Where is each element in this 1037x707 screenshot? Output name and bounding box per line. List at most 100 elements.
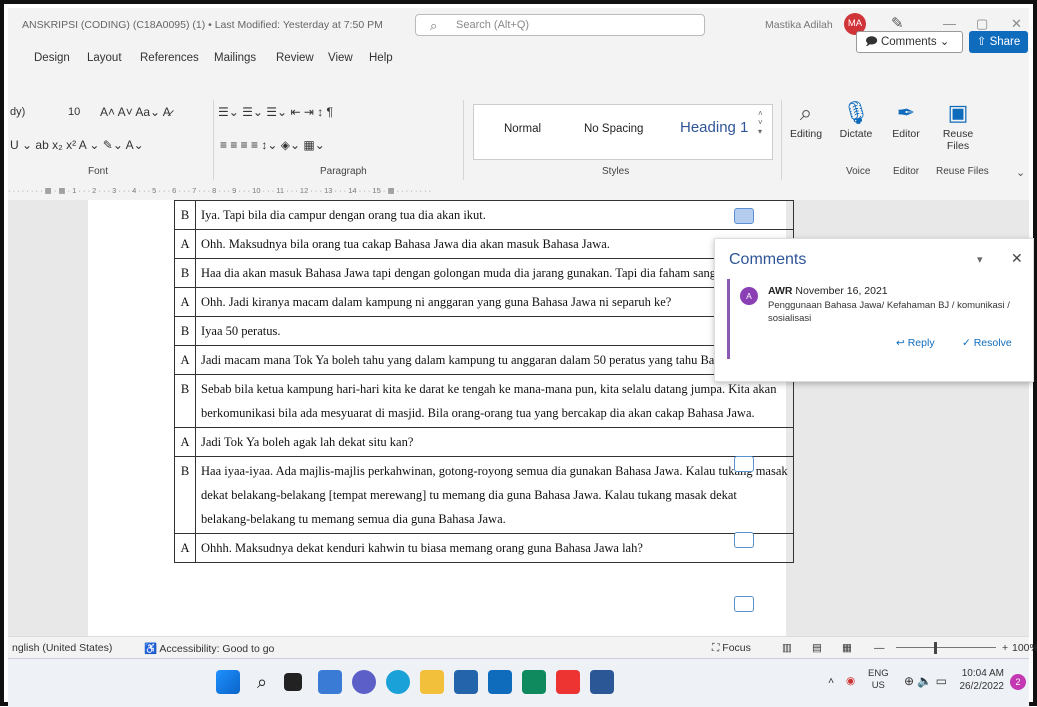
reuse-files-button[interactable]: ▣ Reuse Files [933, 100, 983, 152]
search-box[interactable]: ⌕ Search (Alt+Q) [415, 14, 705, 36]
task-view-icon[interactable] [284, 673, 302, 691]
tab-design[interactable]: Design [34, 52, 70, 64]
region-code: US [871, 680, 885, 691]
ribbon-divider [213, 100, 214, 180]
pane-options-icon[interactable]: ▾ [977, 253, 983, 266]
tab-review[interactable]: Review [276, 52, 314, 64]
voice-group-label: Voice [846, 166, 871, 177]
editing-button[interactable]: ⌕ Editing [781, 100, 831, 140]
chevron-down-icon: ⌄ [939, 36, 950, 48]
zoom-level[interactable]: 100% [1012, 642, 1037, 654]
transcript-cell[interactable]: Ohh. Maksudnya bila orang tua cakap Baha… [195, 229, 794, 259]
alignment-icons[interactable]: ≡ ≡ ≡ ≡ ↕⌄ ◈⌄ ▦⌄ [220, 138, 325, 152]
language-indicator[interactable]: ENG US [868, 668, 889, 692]
ribbon-collapse-icon[interactable]: ⌄ [1016, 166, 1025, 179]
transcript-text: Ohhh. Maksudnya dekat kenduri kahwin tu … [201, 541, 643, 555]
zoom-out-icon[interactable]: — [874, 642, 885, 654]
comment-marker-icon[interactable] [734, 456, 754, 472]
close-icon[interactable]: ✕ [1011, 16, 1022, 32]
editor-button[interactable]: ✒ Editor [881, 100, 931, 140]
document-title[interactable]: ANSKRIPSI (CODING) (C18A0095) (1) • Last… [22, 19, 383, 31]
transcript-cell[interactable]: Iyaa 50 peratus. [195, 316, 794, 346]
transcript-cell[interactable]: Jadi Tok Ya boleh agak lah dekat situ ka… [195, 427, 794, 457]
word-app-icon[interactable] [590, 670, 614, 694]
close-pane-icon[interactable]: ✕ [1011, 250, 1023, 267]
style-heading-1[interactable]: Heading 1 [680, 119, 748, 136]
horizontal-ruler[interactable]: · · · · · · · · ▦ · ▦ · 1 · · · 2 · · · … [8, 186, 1029, 200]
comment-avatar: A [740, 287, 758, 305]
comment-text: Penggunaan Bahasa Jawa/ Kefahaman BJ / k… [768, 300, 1010, 324]
read-mode-icon[interactable]: ▥ [782, 642, 792, 654]
antivirus-tray-icon[interactable]: ◉ [846, 675, 855, 687]
web-layout-icon[interactable]: ▦ [842, 642, 852, 654]
speaker-cell: B [174, 456, 196, 534]
tab-references[interactable]: References [140, 52, 199, 64]
accessibility-label: Accessibility: Good to go [159, 643, 275, 655]
font-size-box[interactable]: 10 [68, 106, 80, 118]
comment-card[interactable]: A AWR November 16, 2021 Penggunaan Bahas… [727, 279, 1028, 359]
style-normal[interactable]: Normal [504, 123, 541, 135]
widgets-icon[interactable] [318, 670, 342, 694]
share-button[interactable]: ⇧ Share [969, 31, 1028, 53]
search-placeholder: Search (Alt+Q) [456, 19, 530, 31]
focus-button[interactable]: ⛶ Focus [712, 642, 751, 655]
chat-icon[interactable] [352, 670, 376, 694]
store-icon[interactable] [454, 670, 478, 694]
transcript-text: Jadi Tok Ya boleh agak lah dekat situ ka… [201, 435, 414, 449]
edge-browser-icon[interactable] [386, 670, 410, 694]
restore-icon[interactable]: ▢ [976, 16, 988, 32]
print-layout-icon[interactable]: ▤ [812, 642, 822, 654]
transcript-cell[interactable]: Haa iyaa-iyaa. Ada majlis-majlis perkahw… [195, 456, 794, 534]
zoom-slider-handle[interactable] [934, 642, 937, 654]
office-icon[interactable] [556, 670, 580, 694]
app-icon[interactable] [522, 670, 546, 694]
show-hidden-icons-icon[interactable]: ˄ [828, 675, 834, 687]
speaker-cell: A [174, 345, 196, 375]
windows-start-icon[interactable] [216, 670, 240, 694]
clock[interactable]: 10:04 AM 26/2/2022 [956, 667, 1005, 693]
transcript-cell[interactable]: Haa dia akan masuk Bahasa Jawa tapi deng… [195, 258, 794, 288]
transcript-cell[interactable]: Iya. Tapi bila dia campur dengan orang t… [195, 200, 794, 230]
transcript-text: Haa iyaa-iyaa. Ada majlis-majlis perkahw… [201, 464, 788, 526]
comment-marker-icon[interactable] [734, 596, 754, 612]
file-explorer-icon[interactable] [420, 670, 444, 694]
taskbar-search-icon[interactable]: ⌕ [250, 670, 274, 694]
style-no-spacing[interactable]: No Spacing [584, 123, 643, 135]
tab-layout[interactable]: Layout [87, 52, 122, 64]
zoom-slider[interactable] [896, 647, 996, 648]
status-bar: nglish (United States) ♿ Accessibility: … [8, 636, 1037, 659]
document-page[interactable]: B Iya. Tapi bila dia campur dengan orang… [88, 200, 794, 636]
font-grow-shrink-icons[interactable]: A˄ A˅ Aa⌄ A̷ [100, 105, 171, 119]
zoom-in-icon[interactable]: + [1002, 642, 1008, 654]
table-row: A Jadi Tok Ya boleh agak lah dekat situ … [174, 427, 794, 457]
language-status[interactable]: nglish (United States) [12, 642, 112, 654]
reuse-files-icon: ▣ [947, 100, 969, 125]
font-format-icons[interactable]: U ⌄ ab x₂ x² A ⌄ ✎⌄ A⌄ [10, 138, 144, 152]
transcript-cell[interactable]: Ohhh. Maksudnya dekat kenduri kahwin tu … [195, 533, 794, 563]
dictate-button[interactable]: 🎙 Dictate [831, 100, 881, 140]
comment-marker-icon[interactable] [734, 208, 754, 224]
reply-button[interactable]: ↩ Reply [896, 337, 935, 349]
transcript-cell[interactable]: Sebab bila ketua kampung hari-hari kita … [195, 374, 794, 428]
list-icons[interactable]: ☰⌄ ☰⌄ ☰⌄ ⇤ ⇥ ↕ ¶ [218, 105, 333, 119]
tab-mailings[interactable]: Mailings [214, 52, 256, 64]
network-sound-battery-icons[interactable]: ⊕ 🔈 ▭ [904, 674, 947, 688]
minimize-icon[interactable]: — [943, 16, 956, 31]
speaker-cell: A [174, 229, 196, 259]
speaker-cell: B [174, 316, 196, 346]
transcript-cell[interactable]: Ohh. Jadi kiranya macam dalam kampung ni… [195, 287, 794, 317]
font-name-box[interactable]: dy) [10, 106, 25, 118]
transcript-cell[interactable]: Jadi macam mana Tok Ya boleh tahu yang d… [195, 345, 794, 375]
mail-icon[interactable] [488, 670, 512, 694]
tab-view[interactable]: View [328, 52, 353, 64]
notification-badge[interactable]: 2 [1010, 674, 1026, 690]
comment-marker-icon[interactable] [734, 532, 754, 548]
styles-scroll-icon[interactable]: ˄ ˅ ▾ [758, 109, 763, 136]
user-name[interactable]: Mastika Adilah [765, 19, 833, 31]
tab-help[interactable]: Help [369, 52, 393, 64]
designer-pen-icon[interactable]: ✎ [891, 14, 904, 32]
resolve-button[interactable]: ✓ Resolve [962, 337, 1012, 349]
comments-button[interactable]: 🗩 Comments ⌄ [856, 31, 963, 53]
accessibility-status[interactable]: ♿ Accessibility: Good to go [144, 642, 274, 655]
styles-gallery[interactable]: Normal No Spacing Heading 1 ˄ ˅ ▾ [473, 104, 773, 160]
